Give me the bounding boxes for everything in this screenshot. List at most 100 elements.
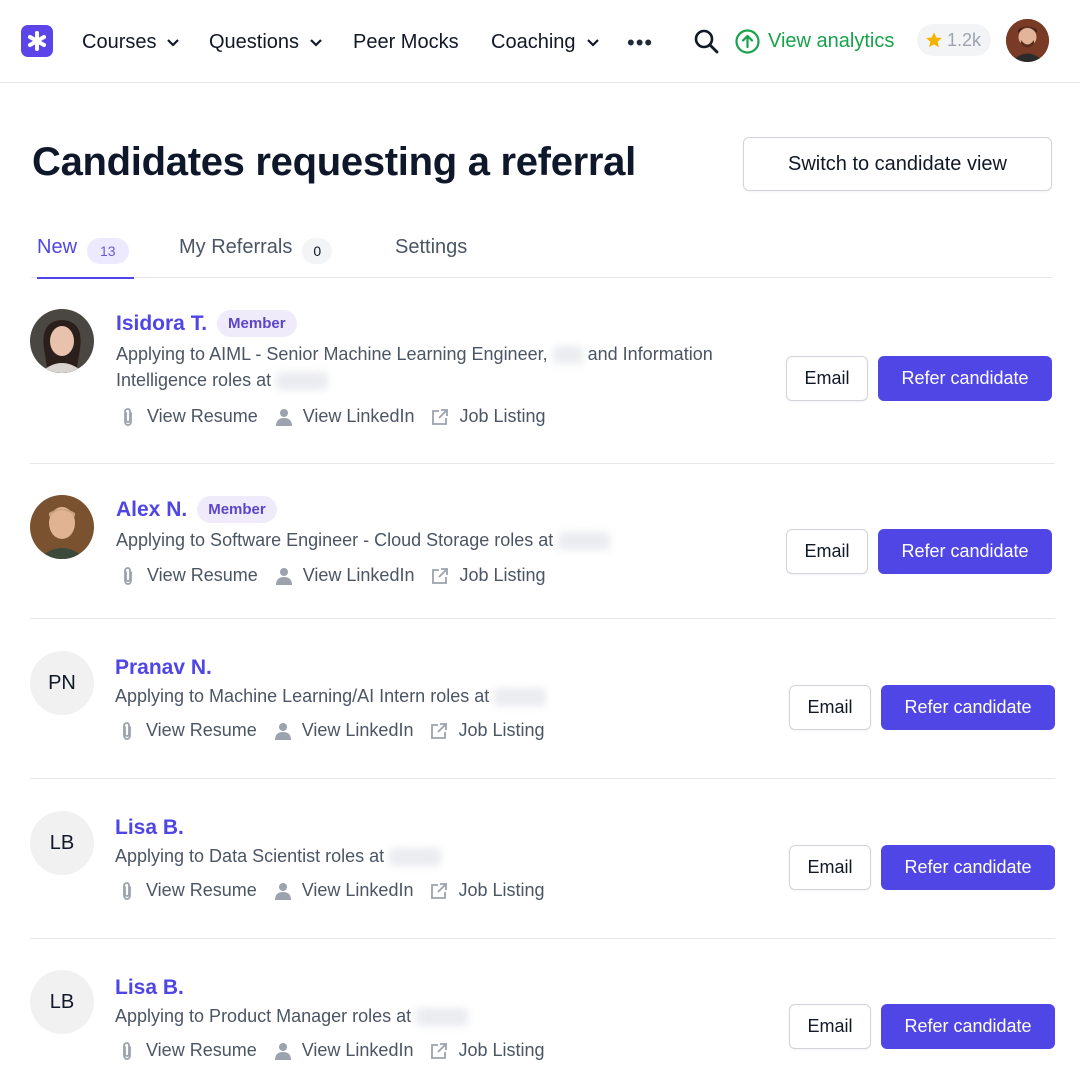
candidate-links: View Resume View LinkedIn Job Listing (117, 880, 561, 901)
job-listing-link[interactable]: Job Listing (429, 880, 545, 901)
external-link-icon (431, 722, 448, 739)
stars-count: 1.2k (947, 29, 982, 50)
view-linkedin-link[interactable]: View LinkedIn (274, 406, 414, 427)
search-icon[interactable] (693, 28, 719, 54)
arrow-up-circle-icon (735, 28, 760, 54)
person-icon (275, 408, 292, 426)
nav-coaching[interactable]: Coaching (491, 28, 600, 56)
external-link-icon (431, 1042, 448, 1059)
refer-candidate-button[interactable]: Refer candidate (878, 529, 1052, 574)
email-button[interactable]: Email (789, 845, 871, 890)
candidate-row: LB Lisa B. Applying to Data Scientist ro… (30, 779, 1055, 939)
candidate-name[interactable]: Lisa B. (115, 816, 184, 840)
nav-courses[interactable]: Courses (82, 28, 180, 56)
person-icon (274, 882, 291, 900)
job-listing-label: Job Listing (459, 406, 546, 426)
member-badge: Member (197, 496, 277, 523)
email-button[interactable]: Email (786, 356, 868, 401)
redacted-company (389, 848, 442, 867)
person-icon (275, 567, 292, 585)
view-linkedin-link[interactable]: View LinkedIn (273, 720, 414, 741)
candidate-row: Isidora T. Member Applying to AIML - Sen… (30, 278, 1055, 464)
candidate-avatar (30, 495, 94, 559)
job-listing-link[interactable]: Job Listing (430, 406, 546, 427)
candidate-name[interactable]: Lisa B. (115, 976, 184, 1000)
view-linkedin-label: View LinkedIn (301, 720, 414, 740)
candidate-description: Applying to Data Scientist roles at (115, 843, 775, 869)
view-analytics-link[interactable]: View analytics (735, 27, 894, 55)
chevron-down-icon (167, 39, 180, 47)
refer-candidate-button[interactable]: Refer candidate (881, 685, 1055, 730)
candidate-name[interactable]: Isidora T. Member (116, 310, 297, 337)
job-listing-link[interactable]: Job Listing (429, 720, 545, 741)
candidate-name-text: Alex N. (116, 497, 188, 521)
job-listing-label: Job Listing (458, 880, 545, 900)
tab-new[interactable]: New 13 (37, 236, 134, 279)
view-resume-label: View Resume (147, 565, 258, 585)
more-menu-icon[interactable]: ••• (627, 30, 653, 56)
view-linkedin-link[interactable]: View LinkedIn (274, 565, 414, 586)
view-linkedin-label: View LinkedIn (301, 880, 414, 900)
nav-coaching-label: Coaching (491, 31, 576, 53)
candidate-name-text: Lisa B. (115, 976, 184, 999)
candidate-name-text: Pranav N. (115, 656, 212, 679)
view-analytics-label: View analytics (768, 30, 895, 52)
refer-candidate-button[interactable]: Refer candidate (881, 1004, 1055, 1049)
tab-my-referrals-label: My Referrals (179, 236, 293, 258)
candidate-links: View Resume View LinkedIn Job Listing (117, 720, 561, 741)
candidate-description-line: and Information (587, 344, 713, 364)
paperclip-icon (124, 566, 132, 585)
nav-peer-mocks[interactable]: Peer Mocks (353, 28, 459, 56)
candidate-description-line: Applying to Software Engineer - Cloud St… (116, 530, 554, 550)
refer-candidate-button[interactable]: Refer candidate (881, 845, 1055, 890)
candidate-description: Applying to Product Manager roles at (115, 1003, 775, 1029)
email-button[interactable]: Email (789, 1004, 871, 1049)
view-resume-label: View Resume (146, 720, 257, 740)
nav-questions[interactable]: Questions (209, 28, 323, 56)
view-linkedin-link[interactable]: View LinkedIn (273, 880, 414, 901)
tab-settings[interactable]: Settings (395, 236, 467, 278)
candidate-avatar: LB (30, 970, 94, 1034)
job-listing-link[interactable]: Job Listing (429, 1040, 545, 1061)
refer-candidate-button[interactable]: Refer candidate (878, 356, 1052, 401)
candidate-links: View Resume View LinkedIn Job Listing (117, 1040, 561, 1061)
candidate-name[interactable]: Pranav N. (115, 656, 212, 680)
paperclip-icon (124, 407, 132, 426)
user-avatar[interactable] (1006, 19, 1049, 62)
candidate-row: LB Lisa B. Applying to Product Manager r… (30, 939, 1055, 1080)
redacted-company (416, 1008, 469, 1027)
email-button[interactable]: Email (786, 529, 868, 574)
page-title: Candidates requesting a referral (32, 140, 636, 184)
external-link-icon (432, 408, 449, 425)
view-resume-link[interactable]: View Resume (117, 880, 257, 901)
nav-questions-label: Questions (209, 31, 300, 53)
tab-bar: New 13 My Referrals 0 Settings (31, 230, 1052, 279)
asterisk-logo-icon[interactable] (21, 25, 53, 57)
view-linkedin-link[interactable]: View LinkedIn (273, 1040, 413, 1061)
switch-to-candidate-view-button[interactable]: Switch to candidate view (743, 137, 1052, 191)
job-listing-link[interactable]: Job Listing (430, 565, 546, 586)
person-icon (274, 722, 291, 740)
candidate-links: View Resume View LinkedIn Job Listing (118, 406, 562, 427)
view-resume-label: View Resume (146, 1040, 257, 1060)
member-badge: Member (217, 310, 297, 337)
redacted-company (494, 688, 547, 707)
view-resume-link[interactable]: View Resume (117, 1040, 257, 1061)
candidate-name-text: Isidora T. (116, 311, 208, 335)
tab-settings-label: Settings (395, 236, 468, 258)
candidate-description: Applying to Software Engineer - Cloud St… (116, 527, 776, 553)
paperclip-icon (123, 881, 131, 900)
job-listing-label: Job Listing (459, 565, 546, 585)
external-link-icon (432, 567, 449, 584)
view-resume-link[interactable]: View Resume (118, 565, 258, 586)
candidate-description-line: Applying to Product Manager roles at (115, 1006, 412, 1026)
candidate-avatar: PN (30, 651, 94, 715)
redacted-company (558, 532, 611, 551)
redacted-text (552, 346, 583, 365)
tab-my-referrals[interactable]: My Referrals 0 (179, 236, 333, 278)
candidate-name[interactable]: Alex N. Member (116, 496, 277, 523)
email-button[interactable]: Email (789, 685, 871, 730)
stars-badge[interactable]: 1.2k (917, 24, 992, 56)
view-resume-link[interactable]: View Resume (118, 406, 258, 427)
view-resume-link[interactable]: View Resume (117, 720, 257, 741)
